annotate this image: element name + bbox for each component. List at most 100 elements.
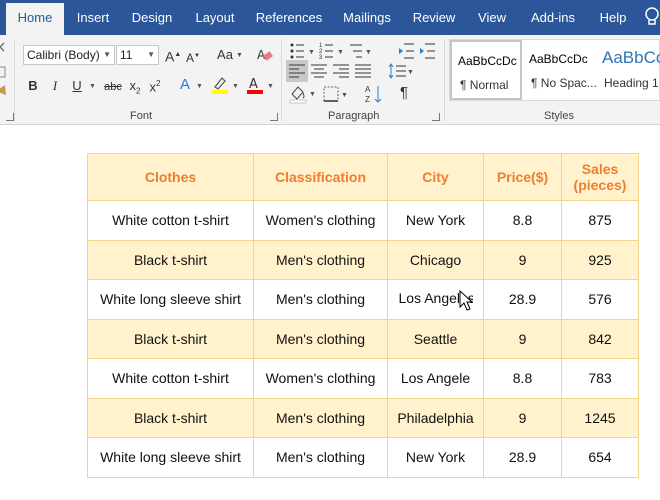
pilcrow-icon[interactable]: ¶ — [397, 85, 411, 101]
style-no-spacing[interactable]: AaBbCcDc ¶ No Spac... — [523, 40, 597, 100]
header-cell[interactable]: Classification — [253, 153, 388, 201]
table-cell[interactable]: 28.9 — [483, 437, 562, 478]
subscript-icon[interactable]: x2 — [128, 78, 142, 100]
table-cell[interactable]: 9 — [483, 239, 562, 280]
clear-formatting-icon[interactable]: A — [256, 46, 274, 64]
header-cell[interactable]: Sales (pieces) — [561, 153, 639, 201]
clipboard-tools-icon[interactable] — [0, 39, 8, 103]
underline-icon[interactable]: U — [70, 78, 84, 94]
grow-font-icon[interactable]: A▲ — [165, 47, 181, 65]
font-size-box[interactable]: 11 ▼ — [116, 45, 159, 65]
tab-home[interactable]: Home — [6, 3, 64, 35]
document-page[interactable]: Clothes Classification City Price($) Sal… — [0, 126, 660, 500]
table-cell[interactable]: New York — [387, 200, 484, 241]
chevron-down-icon[interactable]: ▼ — [232, 83, 239, 90]
align-right-icon[interactable] — [333, 64, 349, 78]
style-heading-1[interactable]: AaBbCc Heading 1 — [596, 40, 660, 100]
tab-references[interactable]: References — [252, 0, 326, 35]
table-cell[interactable]: Women's clothing — [253, 200, 388, 241]
tab-layout[interactable]: Layout — [188, 0, 242, 35]
table-cell[interactable]: New York — [387, 437, 484, 478]
highlight-color-icon[interactable] — [210, 75, 230, 95]
table-cell[interactable]: 654 — [561, 437, 639, 478]
svg-text:▼: ▼ — [337, 49, 344, 56]
table-cell[interactable]: Philadelphia — [387, 397, 484, 438]
bullets-icon: ▼ — [290, 43, 315, 59]
shrink-font-icon[interactable]: A▼ — [186, 48, 200, 66]
clothes-table[interactable]: Clothes Classification City Price($) Sal… — [87, 153, 639, 478]
table-cell[interactable]: White long sleeve shirt — [87, 437, 254, 478]
table-cell[interactable]: White cotton t-shirt — [87, 358, 254, 399]
clipboard-launcher-icon[interactable] — [6, 113, 14, 121]
table-row: White long sleeve shirt Men's clothing L… — [87, 279, 639, 320]
table-cell[interactable]: 783 — [561, 358, 639, 399]
table-cell[interactable]: Black t-shirt — [87, 318, 254, 359]
table-cell[interactable]: 925 — [561, 239, 639, 280]
table-cell[interactable]: 576 — [561, 279, 639, 320]
table-cell[interactable]: Women's clothing — [253, 358, 388, 399]
tab-help[interactable]: Help — [592, 0, 634, 35]
italic-icon[interactable]: I — [48, 78, 62, 94]
table-cell[interactable]: 28.9 — [483, 279, 562, 320]
line-spacing-icon[interactable]: ▼ — [388, 62, 414, 80]
table-cell[interactable]: 8.8 — [483, 200, 562, 241]
borders-icon[interactable]: ▼ — [322, 85, 352, 103]
table-cell[interactable]: Men's clothing — [253, 397, 388, 438]
align-left-button[interactable] — [286, 60, 308, 82]
table-cell[interactable]: Black t-shirt — [87, 239, 254, 280]
table-cell[interactable]: Chicago — [387, 239, 484, 280]
font-color-icon[interactable]: A — [245, 75, 265, 95]
shading-icon[interactable]: ▼ — [288, 84, 318, 104]
table-cell[interactable]: 875 — [561, 200, 639, 241]
table-cell[interactable]: White cotton t-shirt — [87, 200, 254, 241]
paragraph-launcher-icon[interactable] — [432, 113, 440, 121]
style-sample: AaBbCcDc — [529, 52, 588, 66]
table-cell[interactable]: Los Angele — [387, 358, 484, 399]
tab-insert[interactable]: Insert — [68, 0, 118, 35]
increase-indent-icon — [420, 43, 435, 59]
strikethrough-icon[interactable]: abc — [102, 79, 124, 95]
chevron-down-icon[interactable]: ▼ — [89, 83, 96, 90]
header-cell[interactable]: City — [387, 153, 484, 201]
table-cell[interactable]: 9 — [483, 397, 562, 438]
table-cell[interactable]: Men's clothing — [253, 279, 388, 320]
table-cell[interactable]: Men's clothing — [253, 437, 388, 478]
superscript-icon[interactable]: x2 — [148, 76, 162, 95]
font-launcher-icon[interactable] — [270, 113, 278, 121]
change-case-icon[interactable]: Aa — [214, 47, 236, 63]
tab-design[interactable]: Design — [125, 0, 179, 35]
bold-icon[interactable]: B — [26, 78, 40, 94]
tab-mailings[interactable]: Mailings — [336, 0, 398, 35]
chevron-down-icon[interactable]: ▼ — [196, 83, 203, 90]
ribbon-home: Calibri (Body) ▼ 11 ▼ A▲ A▼ Aa ▼ A B I U… — [0, 35, 660, 125]
table-cell[interactable]: Seattle — [387, 318, 484, 359]
table-cell[interactable]: 9 — [483, 318, 562, 359]
table-cell[interactable]: 1245 — [561, 397, 639, 438]
table-cell[interactable]: Men's clothing — [253, 318, 388, 359]
tab-review[interactable]: Review — [408, 0, 460, 35]
svg-text:Z: Z — [365, 95, 370, 104]
style-sample: AaBbCcDc — [458, 54, 517, 68]
table-cell[interactable]: Men's clothing — [253, 239, 388, 280]
tab-add-ins[interactable]: Add-ins — [524, 0, 582, 35]
svg-text:▼: ▼ — [308, 49, 315, 56]
font-name-box[interactable]: Calibri (Body) ▼ — [23, 45, 115, 65]
lightbulb-icon[interactable] — [640, 6, 660, 28]
sort-icon[interactable]: A Z — [364, 83, 384, 105]
chevron-down-icon[interactable]: ▼ — [267, 83, 274, 90]
table-cell[interactable]: Black t-shirt — [87, 397, 254, 438]
table-cell[interactable]: White long sleeve shirt — [87, 279, 254, 320]
tab-view[interactable]: View — [470, 0, 514, 35]
align-center-icon[interactable] — [311, 64, 327, 78]
multilevel-list-icon: ▼ — [350, 44, 372, 58]
table-cell[interactable]: 842 — [561, 318, 639, 359]
chevron-down-icon[interactable]: ▼ — [236, 52, 243, 59]
table-cell[interactable]: 8.8 — [483, 358, 562, 399]
style-normal[interactable]: AaBbCcDc ¶ Normal — [450, 40, 522, 100]
justify-icon[interactable] — [355, 64, 371, 78]
header-cell[interactable]: Price($) — [483, 153, 562, 201]
svg-text:A: A — [365, 85, 371, 94]
list-buttons: ▼ 1 2 3 ▼ ▼ — [290, 43, 435, 61]
text-effects-icon[interactable]: A — [176, 77, 194, 93]
header-cell[interactable]: Clothes — [87, 153, 254, 201]
